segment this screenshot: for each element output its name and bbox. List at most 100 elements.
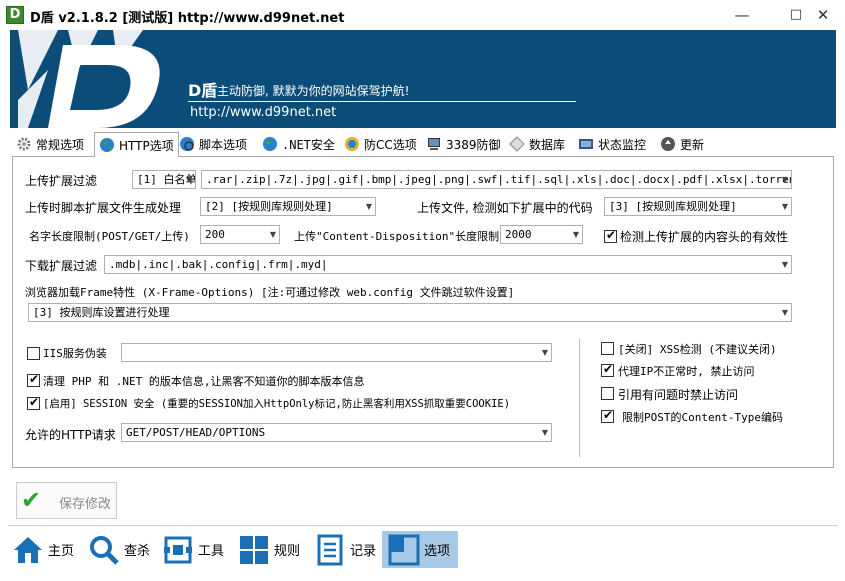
banner: D盾 主动防御, 默默为你的网站保驾护航! http://www.d99net.… bbox=[10, 30, 836, 128]
nav-scan[interactable]: 查杀 bbox=[88, 531, 150, 568]
upload-script-select[interactable]: [2] [按规则库规则处理] ▼ bbox=[200, 197, 376, 216]
script-globe-icon bbox=[180, 137, 194, 151]
xss-check-label: [关闭] XSS检测 (不建议关闭) bbox=[618, 343, 777, 356]
tab-label: .NET安全 bbox=[282, 137, 335, 152]
tab-label: HTTP选项 bbox=[119, 138, 174, 153]
check-header-label: 检测上传扩展的内容头的有效性 bbox=[620, 230, 789, 244]
tab-script[interactable]: 脚本选项 bbox=[179, 132, 247, 156]
allowed-methods-value: GET/POST/HEAD/OPTIONS bbox=[126, 426, 266, 439]
nav-home[interactable]: 主页 bbox=[12, 531, 74, 568]
nav-options[interactable]: 选项 bbox=[382, 531, 458, 568]
dropdown-arrow-icon: ▼ bbox=[572, 230, 579, 239]
grid-icon bbox=[240, 535, 268, 564]
session-security-checkbox[interactable] bbox=[27, 395, 40, 410]
banner-slogan: 主动防御, 默默为你的网站保驾护航! bbox=[217, 84, 410, 98]
banner-divider bbox=[188, 101, 576, 102]
window-title: D盾 v2.1.8.2 [测试版] http://www.d99net.net bbox=[30, 11, 345, 26]
monitor-icon bbox=[579, 139, 593, 149]
d-shield-logo-icon bbox=[18, 30, 160, 128]
options-icon bbox=[388, 534, 420, 565]
search-icon bbox=[90, 535, 119, 565]
download-ext-select[interactable]: .mdb|.inc|.bak|.config|.frm|.myd| ▼ bbox=[104, 255, 792, 274]
nav-rules[interactable]: 规则 bbox=[238, 531, 300, 568]
proxy-ip-label: 代理IP不正常时, 禁止访问 bbox=[618, 365, 755, 378]
tab-label: 常规选项 bbox=[36, 137, 85, 152]
nav-label: 主页 bbox=[48, 544, 75, 559]
home-icon bbox=[14, 536, 42, 563]
http-options-panel: 上传扩展过滤 [1] 白名单 ▼ .rar|.zip|.7z|.jpg|.gif… bbox=[12, 156, 834, 468]
bottom-divider bbox=[8, 525, 838, 526]
banner-brand: D盾 bbox=[188, 81, 218, 100]
iis-fake-select[interactable]: ▼ bbox=[121, 343, 552, 362]
dropdown-arrow-icon: ▼ bbox=[781, 175, 788, 184]
name-length-select[interactable]: 200 ▼ bbox=[200, 225, 280, 244]
content-disposition-value: 2000 bbox=[505, 228, 532, 241]
banner-url: http://www.d99net.net bbox=[190, 105, 337, 120]
dropdown-arrow-icon: ▼ bbox=[269, 230, 276, 239]
proxy-ip-checkbox[interactable] bbox=[601, 362, 614, 377]
clean-version-label: 清理 PHP 和 .NET 的版本信息,让黑客不知道你的脚本版本信息 bbox=[43, 375, 365, 388]
upload-code-value: [3] [按规则库规则处理] bbox=[609, 200, 737, 213]
bad-referer-label: 引用有问题时禁止访问 bbox=[618, 388, 739, 402]
session-security-label: [启用] SESSION 安全 (重要的SESSION加入HttpOnly标记,… bbox=[43, 398, 511, 410]
title-bar[interactable]: D D盾 v2.1.8.2 [测试版] http://www.d99net.ne… bbox=[0, 0, 845, 30]
dropdown-arrow-icon: ▼ bbox=[365, 202, 372, 211]
nav-label: 工具 bbox=[198, 544, 225, 559]
tab-label: 状态监控 bbox=[598, 137, 647, 152]
tab-3389[interactable]: 3389防御 bbox=[426, 132, 501, 156]
upload-code-label: 上传文件, 检测如下扩展中的代码 bbox=[417, 201, 593, 215]
content-disposition-label: 上传"Content-Disposition"长度限制 bbox=[294, 230, 500, 243]
upload-ext-mode-select[interactable]: [1] 白名单 ▼ bbox=[132, 170, 196, 189]
upload-ext-list-select[interactable]: .rar|.zip|.7z|.jpg|.gif|.bmp|.jpeg|.png|… bbox=[201, 170, 792, 189]
nav-label: 规则 bbox=[274, 544, 301, 559]
download-ext-value: .mdb|.inc|.bak|.config|.frm|.myd| bbox=[109, 258, 328, 271]
dropdown-arrow-icon: ▼ bbox=[781, 260, 788, 269]
frame-options-label: 浏览器加载Frame特性 (X-Frame-Options) [注:可通过修改 … bbox=[25, 286, 515, 299]
dropdown-arrow-icon: ▼ bbox=[781, 202, 788, 211]
allowed-methods-select[interactable]: GET/POST/HEAD/OPTIONS ▼ bbox=[121, 423, 552, 442]
tab-http[interactable]: HTTP选项 bbox=[94, 132, 179, 157]
tab-anti-cc[interactable]: 防CC选项 bbox=[344, 132, 417, 156]
computer-icon bbox=[428, 138, 440, 150]
content-disposition-select[interactable]: 2000 ▼ bbox=[500, 225, 583, 244]
app-logo-icon: D bbox=[6, 6, 24, 24]
minimize-button[interactable]: — bbox=[727, 0, 757, 30]
iis-fake-label: IIS服务伪装 bbox=[43, 347, 107, 360]
tab-bar: 常规选项 HTTP选项 脚本选项 .NET安全 防CC选项 3389防御 数据库… bbox=[12, 132, 834, 157]
tab-label: 防CC选项 bbox=[364, 137, 417, 152]
content-type-label: 限制POST的Content-Type编码 bbox=[622, 411, 783, 424]
xss-check-checkbox[interactable] bbox=[601, 342, 614, 355]
nav-tools[interactable]: 工具 bbox=[162, 531, 224, 568]
column-divider bbox=[579, 339, 580, 457]
content-type-checkbox[interactable] bbox=[601, 408, 614, 423]
tab-status-monitor[interactable]: 状态监控 bbox=[578, 132, 646, 156]
shield-globe-icon bbox=[345, 137, 359, 151]
dropdown-arrow-icon: ▼ bbox=[781, 308, 788, 317]
tab-general[interactable]: 常规选项 bbox=[16, 132, 84, 156]
save-button-label: 保存修改 bbox=[59, 497, 112, 512]
check-header-checkbox[interactable] bbox=[604, 228, 617, 243]
dropdown-arrow-icon: ▼ bbox=[541, 348, 548, 357]
maximize-button[interactable]: □ bbox=[781, 0, 811, 30]
save-button[interactable]: ✔ 保存修改 bbox=[16, 482, 117, 519]
name-length-label: 名字长度限制(POST/GET/上传) bbox=[29, 230, 190, 243]
tab-update[interactable]: 更新 bbox=[660, 132, 704, 156]
dropdown-arrow-icon: ▼ bbox=[185, 175, 192, 184]
database-icon bbox=[509, 136, 525, 152]
bad-referer-checkbox[interactable] bbox=[601, 387, 614, 400]
upload-ext-list-value: .rar|.zip|.7z|.jpg|.gif|.bmp|.jpeg|.png|… bbox=[206, 173, 792, 186]
upload-code-select[interactable]: [3] [按规则库规则处理] ▼ bbox=[604, 197, 792, 216]
tab-database[interactable]: 数据库 bbox=[509, 132, 565, 156]
tab-dotnet[interactable]: .NET安全 bbox=[262, 132, 335, 156]
log-icon bbox=[317, 534, 343, 565]
update-icon bbox=[661, 137, 675, 151]
frame-options-select[interactable]: [3] 按规则库设置进行处理 ▼ bbox=[28, 303, 792, 322]
iis-fake-checkbox[interactable] bbox=[27, 347, 40, 360]
clean-version-checkbox[interactable] bbox=[27, 372, 40, 387]
close-button[interactable]: ✕ bbox=[808, 0, 838, 30]
nav-label: 选项 bbox=[424, 544, 451, 559]
tab-label: 更新 bbox=[680, 137, 705, 152]
upload-script-label: 上传时脚本扩展文件生成处理 bbox=[25, 201, 182, 215]
nav-logs[interactable]: 记录 bbox=[314, 531, 376, 568]
name-length-value: 200 bbox=[205, 228, 225, 241]
